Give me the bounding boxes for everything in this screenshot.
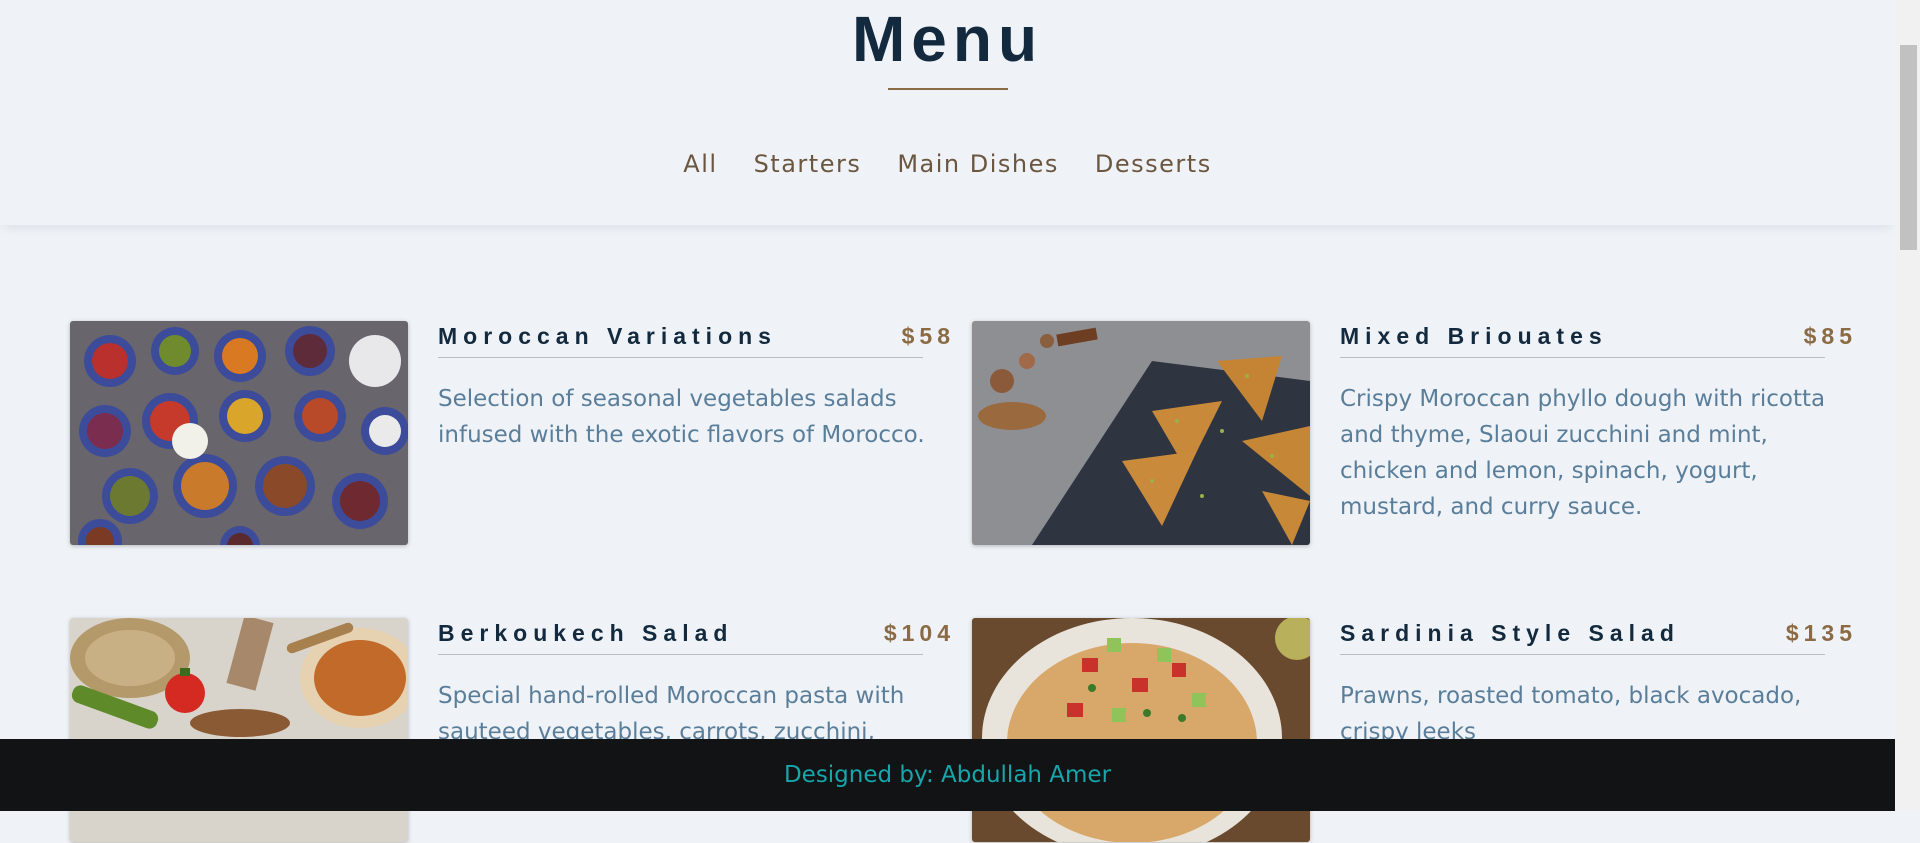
- menu-item-name: Sardinia Style Salad: [1340, 620, 1680, 646]
- footer-credit: Designed by: Abdullah Amer: [783, 762, 1112, 788]
- tab-desserts[interactable]: Desserts: [1095, 148, 1212, 180]
- tab-all[interactable]: All: [683, 148, 717, 180]
- menu-item-name: Berkoukech Salad: [438, 620, 734, 646]
- menu-item-description: Selection of seasonal vegetables salads …: [438, 386, 925, 448]
- menu-item-divider: [438, 357, 923, 358]
- footer: Designed by: Abdullah Amer: [0, 739, 1895, 811]
- menu-item-price: $85: [1803, 323, 1857, 349]
- menu-item-name: Moroccan Variations: [438, 323, 777, 349]
- menu-item-price: $104: [883, 620, 955, 646]
- menu-item-price: $135: [1785, 620, 1857, 646]
- menu-item-description: Crispy Moroccan phyllo dough with ricott…: [1340, 386, 1826, 520]
- vertical-scrollbar[interactable]: [1895, 0, 1920, 811]
- menu-filter-tabs: All Starters Main Dishes Desserts: [0, 148, 1895, 180]
- menu-item-divider: [1340, 654, 1825, 655]
- scrollbar-thumb[interactable]: [1900, 45, 1917, 250]
- menu-item-divider: [1340, 357, 1825, 358]
- menu-item-photo: [70, 321, 408, 545]
- menu-item: Moroccan Variations $58 Selection of sea…: [70, 321, 955, 546]
- menu-item-name: Mixed Briouates: [1340, 323, 1608, 349]
- menu-header: Menu All Starters Main Dishes Desserts: [0, 0, 1895, 225]
- tab-starters[interactable]: Starters: [754, 148, 862, 180]
- menu-item-photo: [972, 321, 1310, 545]
- menu-item-divider: [438, 654, 923, 655]
- title-underline: [888, 88, 1008, 90]
- menu-item-price: $58: [901, 323, 955, 349]
- menu-item: Mixed Briouates $85 Crispy Moroccan phyl…: [972, 321, 1857, 546]
- page-title: Menu: [851, 3, 1044, 75]
- tab-main-dishes[interactable]: Main Dishes: [897, 148, 1059, 180]
